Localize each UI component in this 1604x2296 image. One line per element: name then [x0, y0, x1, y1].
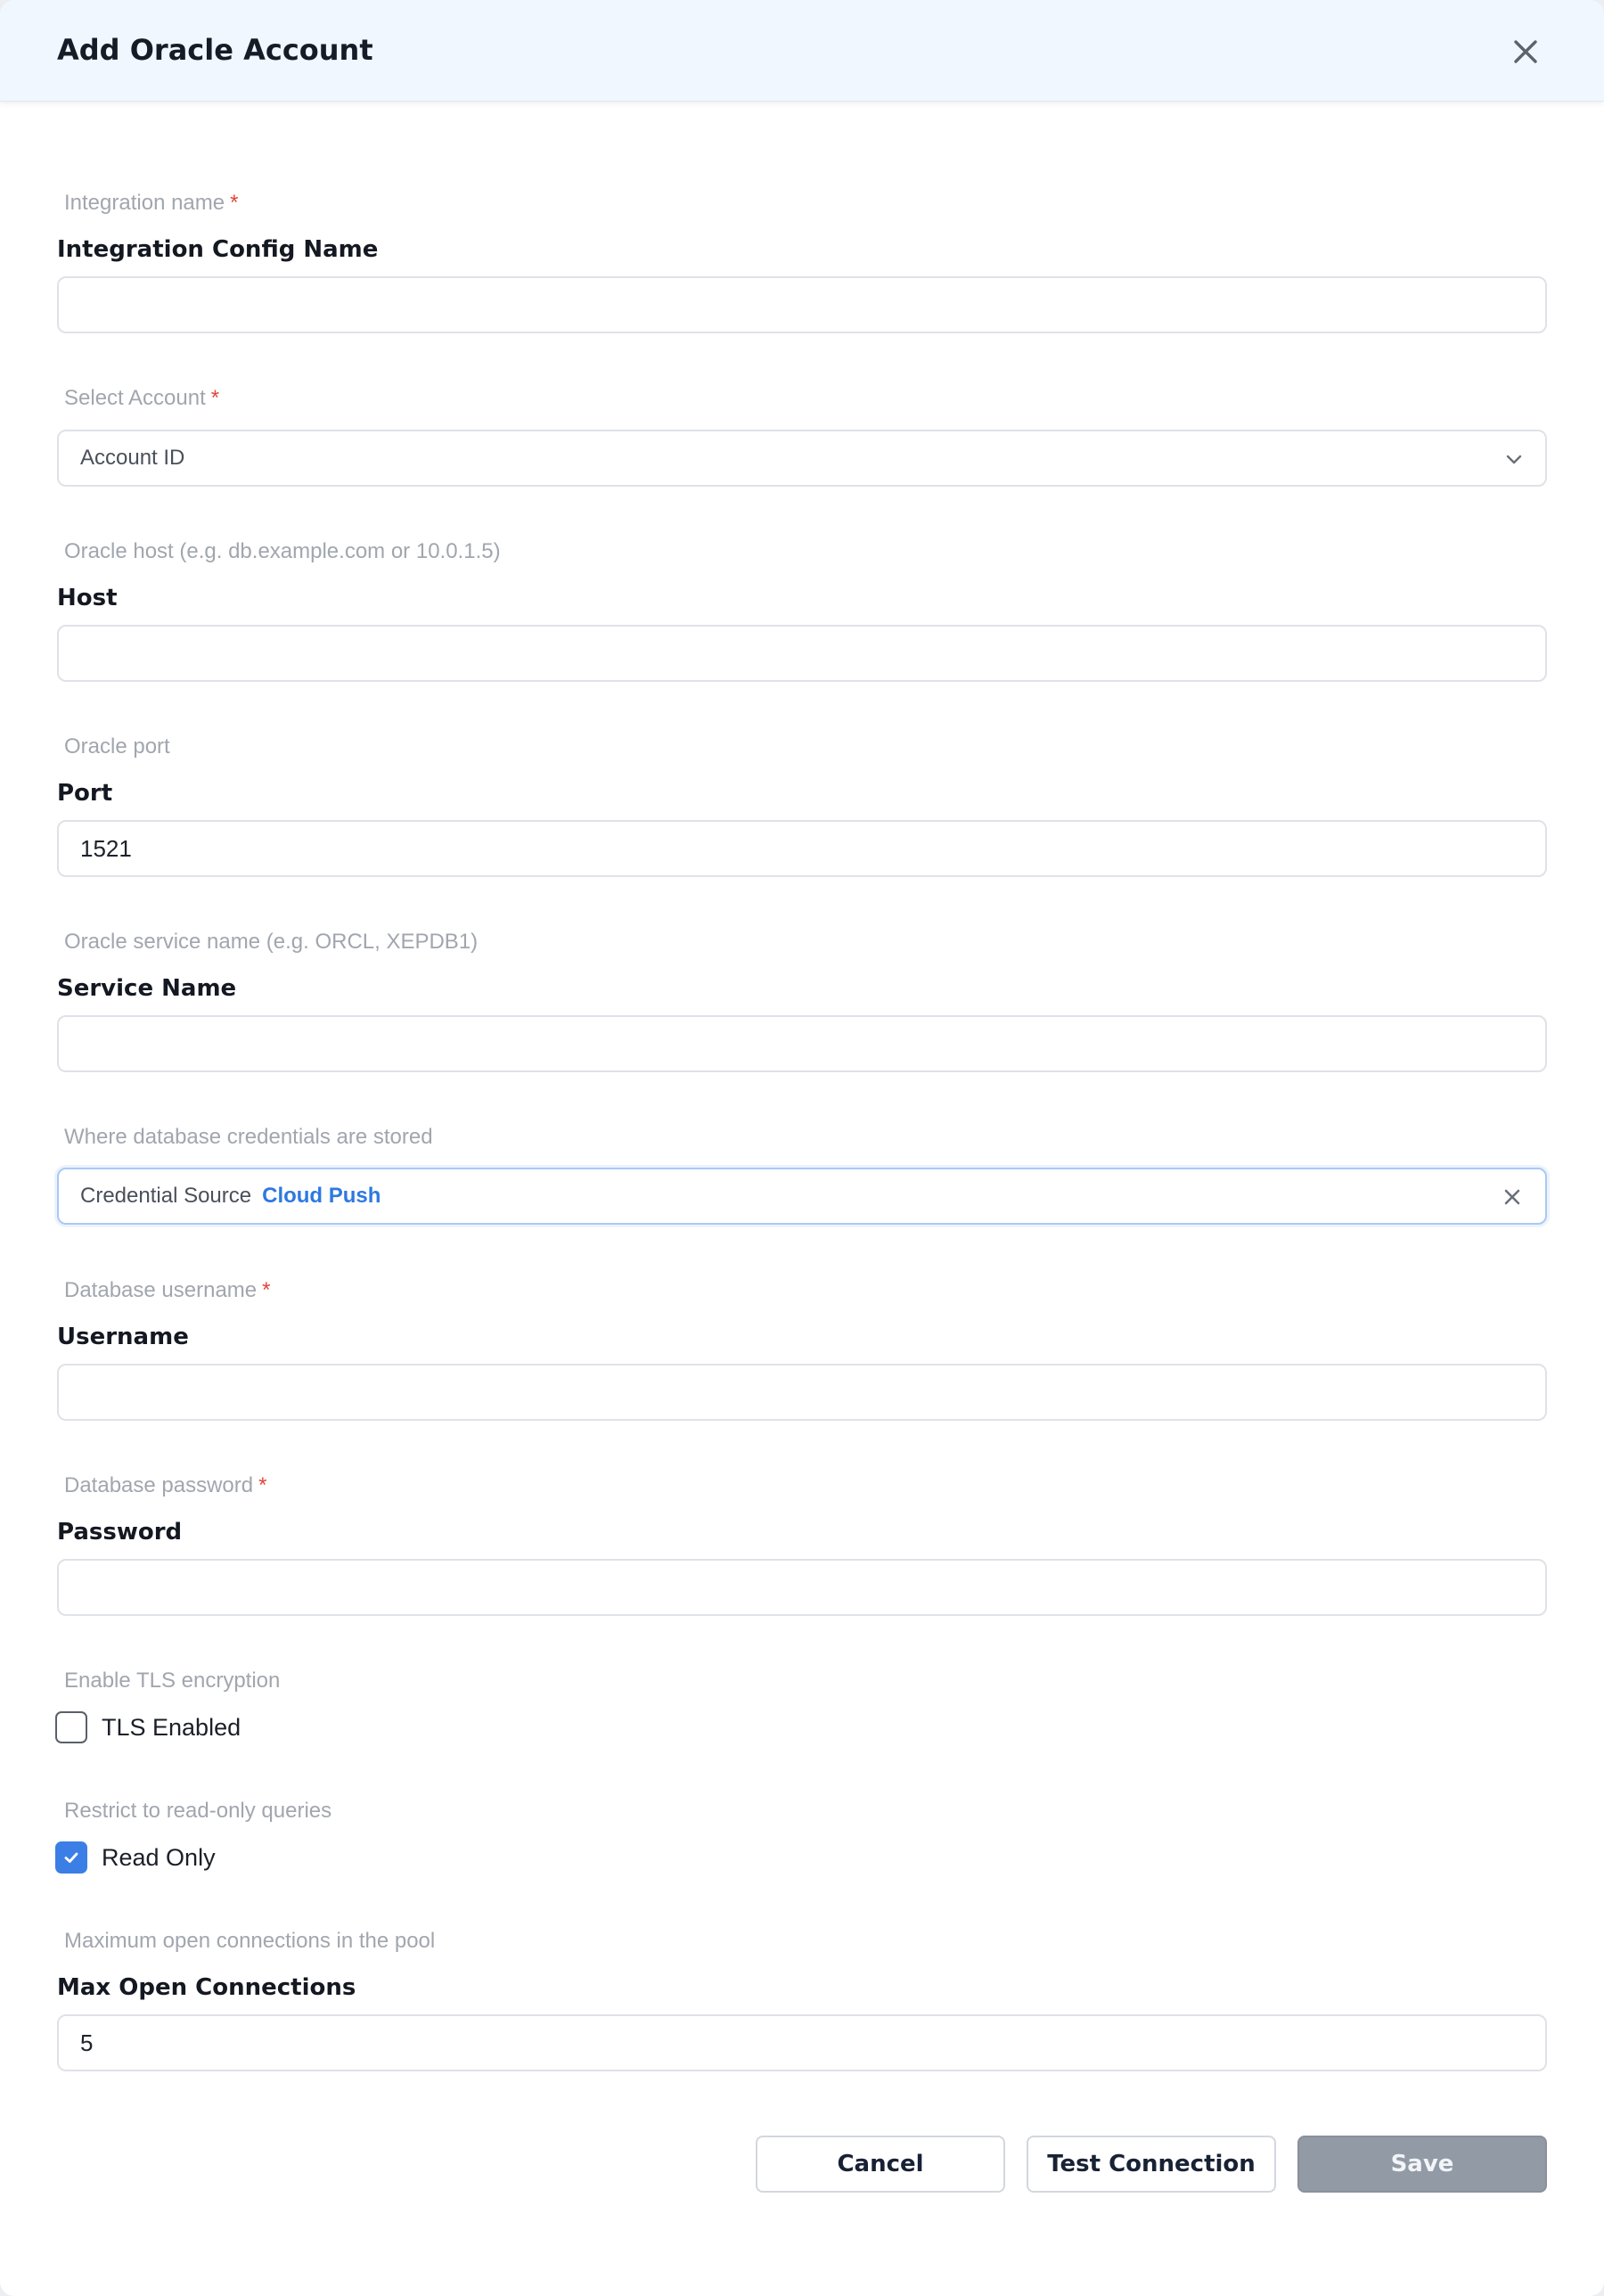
account-select[interactable]: Account ID — [57, 430, 1547, 487]
database-password-hint: Database password * — [64, 1473, 267, 1497]
integration-config-name-label: Integration Config Name — [57, 236, 379, 263]
cancel-button[interactable]: Cancel — [756, 2136, 1005, 2193]
oracle-port-hint: Oracle port — [64, 734, 170, 758]
required-marker: * — [210, 386, 220, 410]
chevron-down-icon — [1506, 455, 1522, 464]
checkbox-box — [55, 1711, 87, 1743]
account-select-value: Account ID — [80, 446, 185, 470]
select-account-hint: Select Account * — [64, 386, 220, 410]
max-open-connections-input[interactable] — [57, 2014, 1547, 2071]
required-marker: * — [230, 191, 239, 215]
password-input[interactable] — [57, 1559, 1547, 1616]
integration-config-name-input[interactable] — [57, 276, 1547, 333]
save-button[interactable]: Save — [1297, 2136, 1547, 2193]
database-username-hint: Database username * — [64, 1278, 271, 1302]
credential-source-hint: Where database credentials are stored — [64, 1125, 433, 1149]
close-button[interactable] — [1504, 30, 1547, 73]
oracle-host-hint: Oracle host (e.g. db.example.com or 10.0… — [64, 539, 501, 563]
host-label: Host — [57, 585, 118, 611]
credential-source-key: Credential Source — [80, 1184, 252, 1208]
read-only-label: Read Only — [102, 1843, 216, 1871]
username-label: Username — [57, 1324, 189, 1350]
required-marker: * — [258, 1473, 267, 1497]
host-input[interactable] — [57, 625, 1547, 682]
close-icon — [1514, 40, 1537, 63]
port-label: Port — [57, 780, 113, 807]
service-name-label: Service Name — [57, 975, 237, 1002]
read-only-checkbox[interactable]: Read Only — [55, 1841, 216, 1874]
close-icon — [1504, 1189, 1520, 1205]
port-input[interactable] — [57, 820, 1547, 877]
service-name-hint: Oracle service name (e.g. ORCL, XEPDB1) — [64, 930, 479, 954]
max-open-connections-label: Max Open Connections — [57, 1974, 356, 2001]
tls-enabled-checkbox[interactable]: TLS Enabled — [55, 1711, 241, 1743]
required-marker: * — [262, 1278, 271, 1302]
tls-hint: Enable TLS encryption — [64, 1669, 281, 1693]
modal-header: Add Oracle Account — [0, 0, 1604, 102]
username-input[interactable] — [57, 1364, 1547, 1421]
modal-title: Add Oracle Account — [57, 33, 373, 67]
password-label: Password — [57, 1519, 183, 1546]
add-oracle-account-modal: Add Oracle Account Integration name * Int… — [0, 0, 1604, 2296]
checkmark-icon — [64, 1852, 78, 1863]
checkbox-box — [55, 1841, 87, 1874]
service-name-input[interactable] — [57, 1015, 1547, 1072]
credential-source-value: Cloud Push — [262, 1184, 381, 1208]
max-open-connections-hint: Maximum open connections in the pool — [64, 1929, 436, 1953]
clear-credential-source-button[interactable] — [1499, 1184, 1526, 1210]
test-connection-button[interactable]: Test Connection — [1027, 2136, 1276, 2193]
read-only-hint: Restrict to read-only queries — [64, 1799, 332, 1823]
credential-source-select[interactable]: Credential Source Cloud Push — [57, 1168, 1547, 1225]
integration-name-hint: Integration name * — [64, 191, 239, 215]
tls-enabled-label: TLS Enabled — [102, 1713, 241, 1741]
